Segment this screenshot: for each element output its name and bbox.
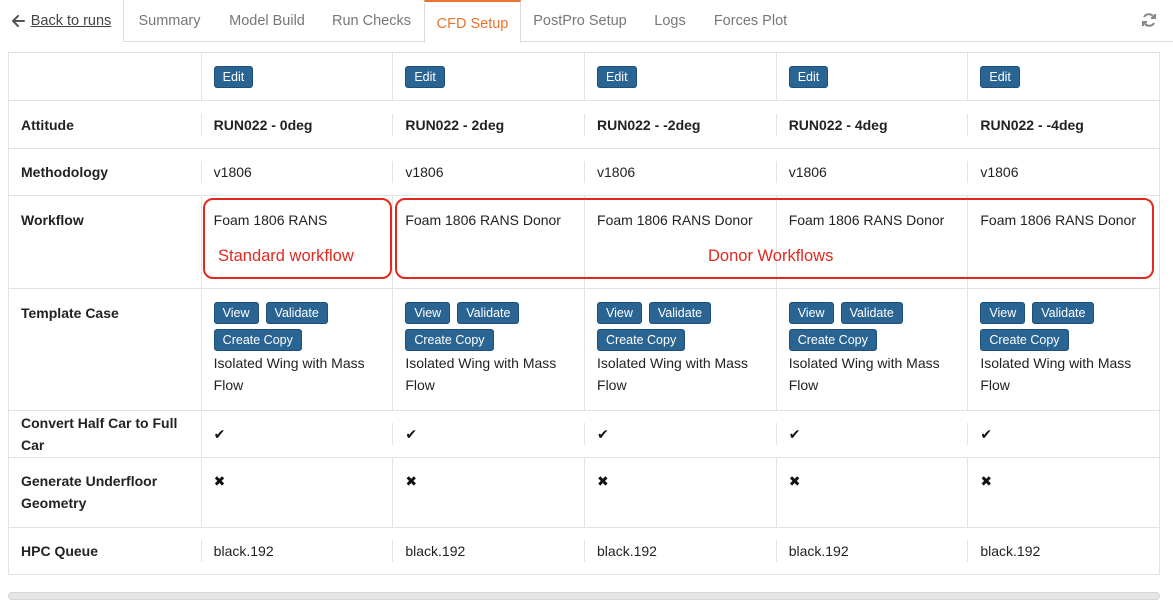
template-name: Isolated Wing with Mass Flow	[405, 355, 557, 393]
template-name: Isolated Wing with Mass Flow	[788, 355, 940, 393]
hpc-value: black.192	[980, 543, 1041, 559]
edit-button[interactable]: Edit	[597, 66, 637, 88]
table-row-template-case: Template Case View Validate Create Copy I…	[9, 289, 1159, 411]
row-label: Attitude	[9, 113, 202, 136]
view-button[interactable]: View	[788, 302, 834, 324]
attitude-value: RUN022 - 4deg	[777, 113, 969, 136]
table-row-hpc-queue: HPC Queue black.192 black.192 black.192 …	[9, 528, 1159, 575]
methodology-value: v1806	[585, 161, 777, 183]
attitude-value: RUN022 - -2deg	[585, 113, 777, 136]
validate-button[interactable]: Validate	[457, 302, 520, 324]
cross-icon: ✖	[788, 473, 801, 489]
attitude-value: RUN022 - 2deg	[393, 113, 586, 136]
create-copy-button[interactable]: Create Copy	[405, 329, 494, 351]
row-label: Methodology	[9, 161, 202, 183]
edit-button[interactable]: Edit	[788, 66, 829, 88]
donor-workflows-annotation: Donor Workflows	[708, 247, 834, 265]
back-to-runs-link[interactable]: Back to runs	[0, 0, 124, 42]
create-copy-button[interactable]: Create Copy	[213, 329, 302, 351]
methodology-value: v1806	[393, 161, 586, 183]
view-button[interactable]: View	[405, 302, 451, 324]
back-to-runs-label: Back to runs	[30, 13, 112, 29]
cross-icon: ✖	[980, 473, 993, 489]
tab-summary[interactable]: Summary	[124, 0, 215, 42]
arrow-left-icon	[11, 15, 25, 27]
view-button[interactable]: View	[597, 302, 642, 324]
table-corner-cell	[9, 53, 202, 100]
row-label: Template Case	[9, 289, 202, 410]
horizontal-scrollbar[interactable]	[8, 592, 1160, 600]
tab-model-build[interactable]: Model Build	[215, 0, 319, 42]
create-copy-button[interactable]: Create Copy	[597, 329, 686, 351]
tab-forces-plot[interactable]: Forces Plot	[701, 0, 800, 42]
check-icon: ✔	[405, 426, 418, 442]
attitude-value: RUN022 - -4deg	[980, 116, 1084, 133]
standard-workflow-annotation-box	[203, 198, 392, 279]
validate-button[interactable]: Validate	[648, 302, 712, 324]
validate-button[interactable]: Validate	[840, 302, 903, 324]
table-row-methodology: Methodology v1806 v1806 v1806 v1806 v180…	[9, 149, 1159, 196]
table-row-edit: Edit Edit Edit Edit Edit	[9, 53, 1159, 101]
table-row-convert: Convert Half Car to Full Car ✔ ✔ ✔ ✔ ✔	[9, 411, 1159, 458]
check-icon: ✔	[597, 426, 609, 442]
hpc-value: black.192	[585, 540, 777, 562]
table-row-underfloor: Generate Underfloor Geometry ✖ ✖ ✖ ✖ ✖	[9, 458, 1159, 528]
cross-icon: ✖	[597, 473, 609, 489]
row-label: Generate Underfloor Geometry	[9, 458, 202, 527]
validate-button[interactable]: Validate	[1032, 302, 1095, 324]
refresh-icon[interactable]	[1141, 12, 1157, 28]
methodology-value: v1806	[777, 161, 969, 183]
edit-button[interactable]: Edit	[405, 66, 445, 88]
standard-workflow-annotation: Standard workflow	[218, 247, 354, 265]
methodology-value: v1806	[980, 164, 1019, 180]
table-row-attitude: Attitude RUN022 - 0deg RUN022 - 2deg RUN…	[9, 101, 1159, 149]
view-button[interactable]: View	[213, 302, 259, 324]
hpc-value: black.192	[393, 540, 586, 562]
methodology-value: v1806	[202, 161, 394, 183]
template-name: Isolated Wing with Mass Flow	[213, 355, 365, 393]
hpc-value: black.192	[777, 540, 969, 562]
donor-workflows-annotation-box	[395, 198, 1154, 279]
row-label: HPC Queue	[9, 540, 202, 562]
template-name: Isolated Wing with Mass Flow	[980, 355, 1132, 393]
attitude-value: RUN022 - 0deg	[202, 113, 394, 136]
tab-run-checks[interactable]: Run Checks	[319, 0, 424, 42]
check-icon: ✔	[980, 426, 993, 442]
row-label: Workflow	[9, 196, 202, 288]
check-icon: ✔	[213, 426, 226, 442]
edit-button[interactable]: Edit	[980, 66, 1020, 88]
tab-postpro-setup[interactable]: PostPro Setup	[521, 0, 639, 42]
tab-bar: Back to runs Summary Model Build Run Che…	[0, 0, 1173, 43]
tab-cfd-setup[interactable]: CFD Setup	[424, 0, 521, 43]
row-label: Convert Half Car to Full Car	[9, 412, 202, 456]
validate-button[interactable]: Validate	[265, 302, 328, 324]
cfd-setup-table: Edit Edit Edit Edit Edit Attitude RUN022…	[8, 52, 1160, 575]
create-copy-button[interactable]: Create Copy	[788, 329, 877, 351]
tab-logs[interactable]: Logs	[639, 0, 701, 42]
edit-button[interactable]: Edit	[213, 66, 254, 88]
check-icon: ✔	[788, 426, 801, 442]
cross-icon: ✖	[405, 473, 418, 489]
create-copy-button[interactable]: Create Copy	[980, 329, 1069, 351]
template-name: Isolated Wing with Mass Flow	[597, 355, 748, 393]
hpc-value: black.192	[202, 540, 394, 562]
view-button[interactable]: View	[980, 302, 1026, 324]
cross-icon: ✖	[213, 473, 226, 489]
